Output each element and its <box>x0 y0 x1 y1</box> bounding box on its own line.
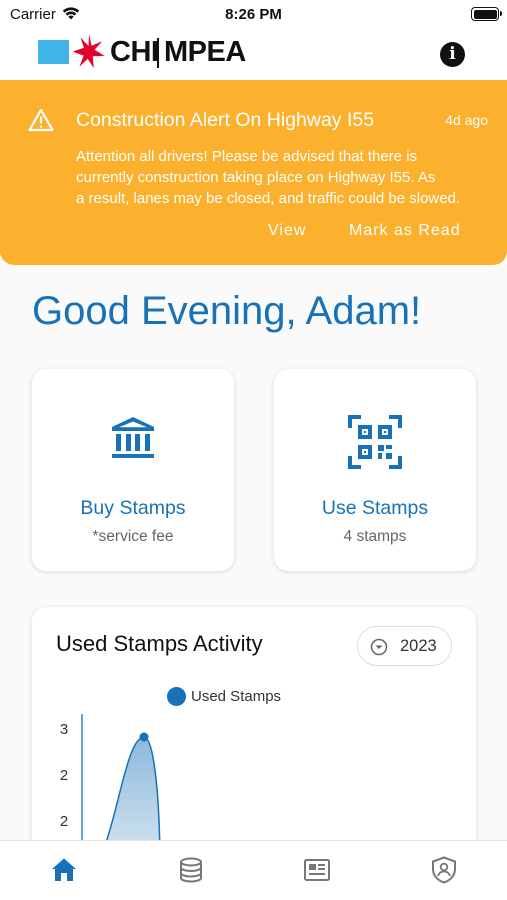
use-stamps-subtitle: 4 stamps <box>343 528 407 545</box>
alert-message-line: a result, lanes may be closed, and traff… <box>76 190 461 207</box>
buy-stamps-card[interactable]: Buy Stamps *service fee <box>32 369 234 571</box>
data-point <box>139 732 149 742</box>
alert-view-button[interactable]: View <box>268 222 306 240</box>
logo-divider <box>157 38 159 68</box>
news-icon[interactable] <box>302 855 332 885</box>
greeting-heading: Good Evening, Adam! <box>32 289 422 333</box>
shield-user-icon[interactable] <box>429 855 459 885</box>
use-stamps-card[interactable]: Use Stamps 4 stamps <box>274 369 476 571</box>
y-tick-label: 2 <box>60 767 68 784</box>
use-stamps-title: Use Stamps <box>321 497 429 519</box>
database-icon[interactable] <box>176 855 206 885</box>
warning-icon <box>28 108 54 132</box>
info-icon[interactable]: i <box>440 42 465 67</box>
logo-star-icon <box>72 34 105 69</box>
alert-message-line: Attention all drivers! Please be advised… <box>76 148 418 165</box>
buy-stamps-title: Buy Stamps <box>80 497 186 519</box>
legend-swatch <box>167 687 186 706</box>
bank-icon <box>112 417 154 458</box>
logo-text-mpea: MPEA <box>164 36 246 68</box>
buy-stamps-subtitle: *service fee <box>92 528 174 545</box>
status-bar: Carrier 8:26 PM <box>0 0 507 30</box>
used-stamps-chart: 3 2 2 <box>60 714 161 847</box>
alert-message-line: currently construction taking place on H… <box>76 169 436 186</box>
construction-alert-banner: Construction Alert On Highway I55 4d ago… <box>0 80 507 265</box>
bottom-tab-bar <box>0 840 507 900</box>
y-tick-label: 3 <box>60 721 68 738</box>
activity-title: Used Stamps Activity <box>56 631 263 656</box>
home-icon[interactable] <box>49 855 79 885</box>
legend-label: Used Stamps <box>191 688 282 705</box>
battery-icon <box>471 7 502 21</box>
logo-blue-square <box>38 40 69 64</box>
alert-timestamp: 4d ago <box>445 112 488 128</box>
alert-title: Construction Alert On Highway I55 <box>76 109 375 131</box>
series-area <box>104 737 160 847</box>
year-label: 2023 <box>400 637 437 655</box>
logo-text-chi: CHI <box>110 36 159 68</box>
y-tick-label: 2 <box>60 813 68 830</box>
chevron-down-circle-icon <box>370 638 388 656</box>
qr-code-icon <box>348 415 402 469</box>
app-header: CHI MPEA i <box>0 30 507 80</box>
clock: 8:26 PM <box>225 6 282 23</box>
year-selector[interactable]: 2023 <box>357 626 452 666</box>
alert-message: Attention all drivers! Please be advised… <box>76 146 491 209</box>
mark-as-read-button[interactable]: Mark as Read <box>349 222 461 240</box>
